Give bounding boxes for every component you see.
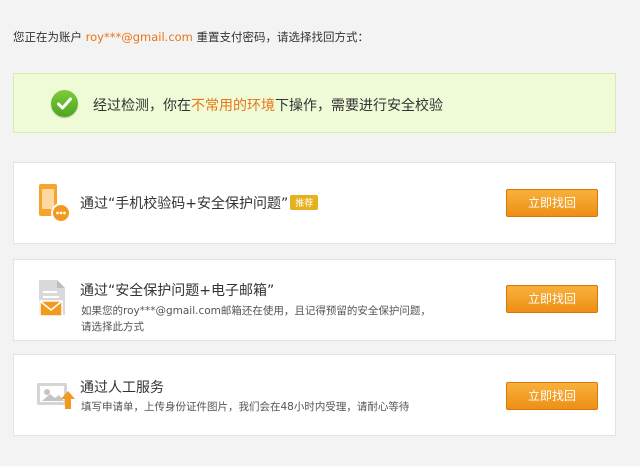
recover-now-button[interactable]: 立即找回 bbox=[506, 285, 598, 313]
option-title: 通过人工服务 bbox=[80, 380, 164, 396]
notice-part1: 经过检测，你在 bbox=[93, 98, 191, 114]
id-card-upload-icon bbox=[36, 381, 76, 415]
option-security-question-email: 通过“安全保护问题+电子邮箱” 如果您的roy***@gmail.com邮箱还在… bbox=[13, 259, 616, 341]
option-phone-security-question: 通过“手机校验码+安全保护问题” 推荐 立即找回 bbox=[13, 162, 616, 244]
notice-highlight: 不常用的环境 bbox=[191, 98, 275, 114]
option-title: 通过“手机校验码+安全保护问题” 推荐 bbox=[80, 193, 319, 213]
intro-prefix: 您正在为账户 bbox=[13, 30, 86, 44]
recover-now-button[interactable]: 立即找回 bbox=[506, 382, 598, 410]
recommended-badge: 推荐 bbox=[290, 195, 319, 210]
option-title-text: 通过“手机校验码+安全保护问题” bbox=[80, 196, 289, 212]
option-description: 如果您的roy***@gmail.com邮箱还在使用，且记得预留的安全保护问题，… bbox=[81, 303, 431, 335]
option-description-line: 请选择此方式 bbox=[81, 321, 144, 333]
option-manual-service: 通过人工服务 填写申请单，上传身份证件图片，我们会在48小时内受理，请耐心等待 … bbox=[13, 354, 616, 436]
option-description: 填写申请单，上传身份证件图片，我们会在48小时内受理，请耐心等待 bbox=[81, 401, 410, 413]
account-intro: 您正在为账户 roy***@gmail.com 重置支付密码，请选择找回方式： bbox=[13, 29, 369, 45]
notice-text: 经过检测，你在不常用的环境下操作，需要进行安全校验 bbox=[93, 95, 443, 115]
option-description-line: 如果您的roy***@gmail.com邮箱还在使用，且记得预留的安全保护问题， bbox=[81, 305, 431, 317]
phone-icon bbox=[36, 183, 72, 227]
account-name: roy***@gmail.com bbox=[85, 30, 193, 44]
intro-suffix: 重置支付密码，请选择找回方式： bbox=[192, 30, 370, 44]
security-notice: 经过检测，你在不常用的环境下操作，需要进行安全校验 bbox=[13, 73, 616, 133]
email-document-icon bbox=[36, 279, 70, 323]
check-circle-icon bbox=[51, 90, 78, 117]
option-title: 通过“安全保护问题+电子邮箱” bbox=[80, 283, 275, 299]
notice-part2: 下操作，需要进行安全校验 bbox=[275, 98, 443, 114]
recover-now-button[interactable]: 立即找回 bbox=[506, 189, 598, 217]
